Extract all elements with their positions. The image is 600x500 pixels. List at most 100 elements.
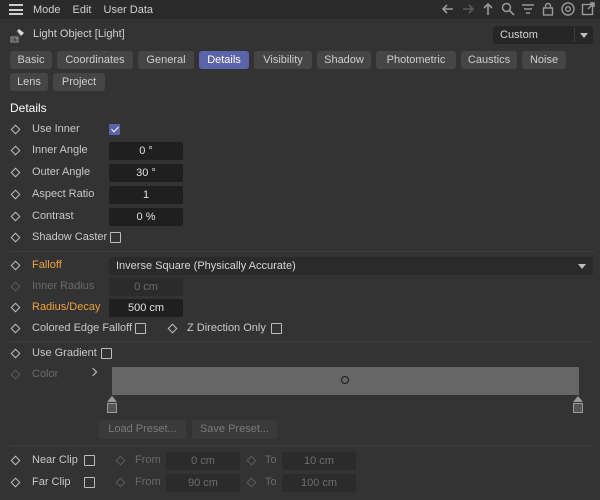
divider bbox=[10, 251, 595, 252]
aspect-ratio-field[interactable]: 1 bbox=[109, 186, 183, 204]
up-arrow-icon[interactable] bbox=[480, 1, 496, 17]
use-inner-checkbox[interactable] bbox=[109, 124, 120, 135]
menu-mode[interactable]: Mode bbox=[33, 4, 61, 16]
keyframe-diamond-icon bbox=[246, 477, 257, 488]
gradient-knob[interactable] bbox=[341, 376, 349, 384]
tab-basic[interactable]: Basic bbox=[10, 51, 52, 69]
contrast-field[interactable]: 0 % bbox=[109, 208, 183, 226]
far-to-field: 100 cm bbox=[282, 474, 356, 492]
color-label: Color bbox=[32, 368, 59, 380]
tab-noise[interactable]: Noise bbox=[522, 51, 566, 69]
near-from-label: From bbox=[135, 454, 161, 466]
keyframe-diamond-icon[interactable] bbox=[10, 323, 21, 334]
menu-user-data[interactable]: User Data bbox=[104, 4, 154, 16]
z-direction-checkbox[interactable] bbox=[271, 323, 282, 334]
colored-edge-checkbox[interactable] bbox=[135, 323, 146, 334]
keyframe-diamond-icon bbox=[115, 477, 126, 488]
near-to-label: To bbox=[265, 454, 277, 466]
shadow-caster-row: Shadow Caster bbox=[0, 228, 600, 248]
contrast-row: Contrast 0 % bbox=[0, 207, 600, 227]
shadow-caster-label: Shadow Caster bbox=[32, 231, 108, 243]
gradient-stop-left[interactable] bbox=[107, 396, 117, 413]
lock-icon[interactable] bbox=[540, 1, 556, 17]
keyframe-diamond-icon bbox=[10, 369, 21, 380]
save-preset-button[interactable]: Save Preset... bbox=[192, 420, 277, 439]
tab-photometric[interactable]: Photometric bbox=[376, 51, 456, 69]
radius-decay-row: Radius/Decay 500 cm bbox=[0, 298, 600, 318]
keyframe-diamond-icon[interactable] bbox=[10, 145, 21, 156]
tab-lens[interactable]: Lens bbox=[10, 73, 48, 91]
use-gradient-label: Use Gradient bbox=[32, 347, 97, 359]
falloff-dropdown[interactable]: Inverse Square (Physically Accurate) bbox=[109, 257, 593, 275]
far-clip-checkbox[interactable] bbox=[84, 477, 95, 488]
near-clip-row: Near Clip From 0 cm To 10 cm bbox=[0, 451, 600, 471]
keyframe-diamond-icon bbox=[115, 455, 126, 466]
tab-visibility[interactable]: Visibility bbox=[254, 51, 312, 69]
forward-arrow-icon[interactable] bbox=[460, 1, 476, 17]
menu-edit[interactable]: Edit bbox=[73, 4, 92, 16]
inner-radius-label: Inner Radius bbox=[32, 280, 95, 292]
inner-radius-field: 0 cm bbox=[109, 278, 183, 296]
keyframe-diamond-icon[interactable] bbox=[167, 323, 178, 334]
keyframe-diamond-icon[interactable] bbox=[10, 167, 21, 178]
new-window-icon[interactable] bbox=[580, 1, 596, 17]
filter-icon[interactable] bbox=[520, 1, 536, 17]
keyframe-diamond-icon[interactable] bbox=[10, 124, 21, 135]
keyframe-diamond-icon[interactable] bbox=[10, 348, 21, 359]
tab-general[interactable]: General bbox=[138, 51, 194, 69]
hamburger-menu-icon[interactable] bbox=[9, 4, 23, 15]
menubar: Mode Edit User Data bbox=[0, 0, 600, 19]
keyframe-diamond-icon[interactable] bbox=[10, 260, 21, 271]
tab-coordinates[interactable]: Coordinates bbox=[57, 51, 133, 69]
outer-angle-field[interactable]: 30 ° bbox=[109, 164, 183, 182]
aspect-ratio-row: Aspect Ratio 1 bbox=[0, 185, 600, 205]
keyframe-diamond-icon[interactable] bbox=[10, 477, 21, 488]
shadow-caster-checkbox[interactable] bbox=[110, 232, 121, 243]
load-preset-button[interactable]: Load Preset... bbox=[99, 420, 186, 439]
target-icon[interactable] bbox=[560, 1, 576, 17]
chevron-down-icon bbox=[580, 33, 588, 38]
keyframe-diamond-icon[interactable] bbox=[10, 211, 21, 222]
near-clip-checkbox[interactable] bbox=[84, 455, 95, 466]
keyframe-diamond-icon[interactable] bbox=[10, 455, 21, 466]
inner-angle-row: Inner Angle 0 ° bbox=[0, 141, 600, 161]
far-from-label: From bbox=[135, 476, 161, 488]
tab-caustics[interactable]: Caustics bbox=[461, 51, 517, 69]
keyframe-diamond-icon[interactable] bbox=[10, 302, 21, 313]
near-to-field: 10 cm bbox=[282, 452, 356, 470]
inner-angle-field[interactable]: 0 ° bbox=[109, 142, 183, 160]
falloff-row: Falloff Inverse Square (Physically Accur… bbox=[0, 256, 600, 276]
tab-shadow[interactable]: Shadow bbox=[317, 51, 371, 69]
gradient-stop-right[interactable] bbox=[573, 396, 583, 413]
svg-text:ST: ST bbox=[12, 37, 18, 42]
light-icon: ST bbox=[10, 29, 24, 43]
keyframe-diamond-icon bbox=[10, 281, 21, 292]
colored-edge-label: Colored Edge Falloff bbox=[32, 322, 133, 334]
tab-details[interactable]: Details bbox=[199, 51, 249, 69]
search-icon[interactable] bbox=[500, 1, 516, 17]
use-gradient-row: Use Gradient bbox=[0, 344, 600, 364]
outer-angle-label: Outer Angle bbox=[32, 166, 91, 178]
preset-dropdown[interactable]: Custom bbox=[493, 26, 593, 44]
back-arrow-icon[interactable] bbox=[440, 1, 456, 17]
inner-radius-row: Inner Radius 0 cm bbox=[0, 277, 600, 297]
contrast-label: Contrast bbox=[32, 210, 74, 222]
far-to-label: To bbox=[265, 476, 277, 488]
keyframe-diamond-icon[interactable] bbox=[10, 232, 21, 243]
preset-value: Custom bbox=[500, 29, 538, 41]
keyframe-diamond-icon[interactable] bbox=[10, 189, 21, 200]
tab-project[interactable]: Project bbox=[53, 73, 105, 91]
falloff-label: Falloff bbox=[32, 259, 62, 271]
aspect-ratio-label: Aspect Ratio bbox=[32, 188, 95, 200]
keyframe-diamond-icon bbox=[246, 455, 257, 466]
z-direction-label: Z Direction Only bbox=[187, 322, 266, 334]
far-clip-row: Far Clip From 90 cm To 100 cm bbox=[0, 473, 600, 493]
far-from-field: 90 cm bbox=[166, 474, 240, 492]
use-gradient-checkbox[interactable] bbox=[101, 348, 112, 359]
radius-decay-label: Radius/Decay bbox=[32, 301, 101, 313]
divider bbox=[10, 445, 595, 446]
object-title: Light Object [Light] bbox=[33, 28, 125, 40]
near-clip-label: Near Clip bbox=[32, 454, 78, 466]
use-inner-label: Use Inner bbox=[32, 123, 80, 135]
radius-decay-field[interactable]: 500 cm bbox=[109, 299, 183, 317]
